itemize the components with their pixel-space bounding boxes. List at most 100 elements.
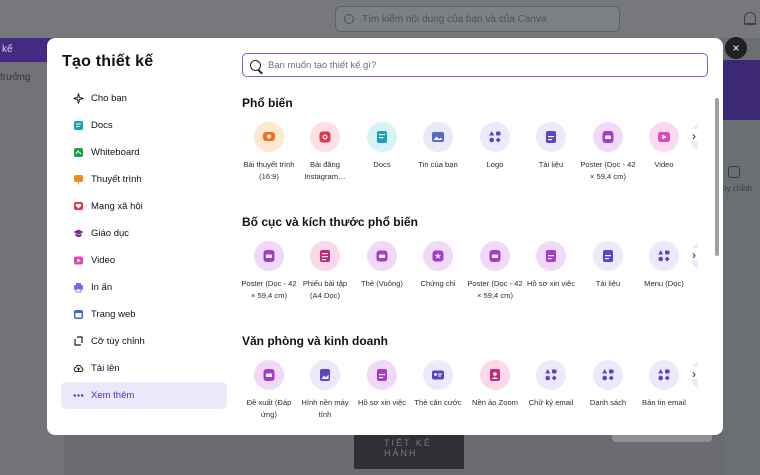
- design-tile-badge: [480, 241, 510, 271]
- design-tile-badge: [367, 360, 397, 390]
- design-tile-label: Chữ ký email: [528, 398, 574, 407]
- close-button[interactable]: ×: [725, 37, 747, 59]
- design-tile-label: Danh sách: [589, 398, 627, 407]
- design-tile[interactable]: Thẻ căn cước: [410, 360, 466, 409]
- menu-item-7[interactable]: In ấn: [61, 274, 227, 301]
- design-tile[interactable]: Hồ sơ xin việc: [354, 360, 410, 409]
- menu-item-6[interactable]: Video: [61, 247, 227, 274]
- design-tile[interactable]: Phiếu bài tập (A4 Dọc): [297, 241, 353, 302]
- poster-icon: [488, 249, 502, 263]
- poster-icon: [262, 249, 276, 263]
- design-row: Poster (Dọc - 42 × 59,4 cm) Phiếu bài tập…: [237, 241, 707, 341]
- design-tile-label: Đề xuất (Đáp ứng): [246, 398, 292, 419]
- design-tile-badge: [310, 122, 340, 152]
- scroll-right-arrow[interactable]: ›: [692, 367, 704, 381]
- design-tile[interactable]: Video: [636, 122, 692, 171]
- menu-item-11[interactable]: Xem thêm: [61, 382, 227, 409]
- scroll-right-arrow[interactable]: ›: [692, 248, 704, 262]
- modal-title: Tạo thiết kế: [62, 53, 154, 70]
- design-tile-label: Video: [654, 160, 674, 169]
- upload-cloud-icon: [73, 363, 84, 374]
- menu-item-8[interactable]: Trang web: [61, 301, 227, 328]
- certificate-icon: [431, 249, 445, 263]
- design-tile-label: Chứng chỉ: [420, 279, 456, 288]
- menu-item-label: Tải lên: [91, 363, 120, 374]
- design-tile[interactable]: Hồ sơ xin việc: [523, 241, 579, 290]
- design-tile-badge: [536, 241, 566, 271]
- design-tile-label: Bản tin email: [642, 398, 686, 407]
- design-tile[interactable]: Poster (Dọc - 42 × 59,4 cm): [580, 122, 636, 183]
- video-icon: [73, 255, 84, 266]
- menu-item-2[interactable]: Whiteboard: [61, 139, 227, 166]
- design-tile[interactable]: Nền ảo Zoom: [467, 360, 523, 409]
- design-tile-label: Poster (Dọc - 42 × 59,4 cm): [580, 160, 636, 181]
- design-tile-label: Tài liệu: [595, 279, 621, 288]
- menu-item-4[interactable]: Mạng xã hội: [61, 193, 227, 220]
- design-tile-badge: [254, 241, 284, 271]
- scroll-right-arrow[interactable]: ›: [692, 129, 704, 143]
- design-search-box[interactable]: [242, 53, 708, 77]
- scrollbar-thumb[interactable]: [715, 98, 719, 256]
- design-tile[interactable]: Menu (Dọc): [636, 241, 692, 290]
- design-tile-label: Thẻ căn cước: [414, 398, 462, 407]
- docs-icon: [375, 130, 389, 144]
- section-title: Phổ biến: [242, 96, 293, 110]
- search-icon: [344, 14, 354, 24]
- design-tile[interactable]: Bài đăng Instagram…: [297, 122, 353, 183]
- menu-item-9[interactable]: Cỡ tùy chỉnh: [61, 328, 227, 355]
- design-tile[interactable]: Tài liệu: [580, 241, 636, 290]
- design-tile-badge: [593, 360, 623, 390]
- design-tile[interactable]: Hình nền máy tính: [297, 360, 353, 421]
- design-tile-badge: [254, 360, 284, 390]
- design-tile[interactable]: Tin của bạn: [410, 122, 466, 171]
- design-tile[interactable]: Poster (Dọc - 42 × 59,4 cm): [241, 241, 297, 302]
- design-tile-label: Hình nền máy tính: [301, 398, 349, 419]
- id-card-icon: [431, 368, 445, 382]
- design-tile[interactable]: Bản tin email: [636, 360, 692, 409]
- design-tile[interactable]: Đề xuất (Đáp ứng): [241, 360, 297, 421]
- design-search-input[interactable]: [268, 59, 688, 71]
- design-tile[interactable]: Tài liệu: [523, 122, 579, 171]
- menu-item-label: Trang web: [91, 309, 136, 320]
- more-dots-icon: [73, 390, 84, 401]
- design-tile-label: Logo: [486, 160, 504, 169]
- menu-item-label: Giáo dục: [91, 228, 130, 239]
- menu-item-10[interactable]: Tải lên: [61, 355, 227, 382]
- design-tile-badge: [423, 360, 453, 390]
- menu-item-1[interactable]: Docs: [61, 112, 227, 139]
- docs-icon: [73, 120, 84, 131]
- design-tile-badge: [649, 360, 679, 390]
- design-tile[interactable]: Logo: [467, 122, 523, 171]
- design-tile[interactable]: Docs: [354, 122, 410, 171]
- design-tile-label: Nền ảo Zoom: [471, 398, 518, 407]
- design-tile-label: Poster (Dọc - 42 × 59,4 cm): [467, 279, 523, 300]
- design-tile[interactable]: Thẻ (Vuông): [354, 241, 410, 290]
- design-tile[interactable]: Bài thuyết trình (16:9): [241, 122, 297, 183]
- website-icon: [73, 309, 84, 320]
- background-custom-size: tùy chỉnh: [720, 150, 760, 210]
- search-icon: [250, 59, 261, 71]
- design-tile-badge: [593, 122, 623, 152]
- zoom-background-icon: [488, 368, 502, 382]
- modal-sidebar: Tạo thiết kế Cho bạn Docs Whiteboard Thuyết…: [47, 38, 237, 435]
- design-tile[interactable]: Chữ ký email: [523, 360, 579, 409]
- design-tile-label: Poster (Dọc - 42 × 59,4 cm): [241, 279, 297, 300]
- design-tile-label: Hồ sơ xin việc: [526, 279, 576, 288]
- menu-item-5[interactable]: Giáo dục: [61, 220, 227, 247]
- design-tile[interactable]: Poster (Dọc - 42 × 59,4 cm): [467, 241, 523, 302]
- menu-item-label: Video: [91, 255, 116, 266]
- design-tile[interactable]: Chứng chỉ: [410, 241, 466, 290]
- graduation-cap-icon: [73, 228, 84, 239]
- design-tile-label: Hồ sơ xin việc: [357, 398, 407, 407]
- whiteboard-icon: [73, 147, 84, 158]
- design-tile[interactable]: Danh sách: [580, 360, 636, 409]
- heart-icon: [73, 201, 84, 212]
- newsletter-icon: [657, 368, 671, 382]
- video-icon: [657, 130, 671, 144]
- background-search-bar: Tìm kiếm nội dung của bạn và của Canva: [335, 6, 620, 32]
- worksheet-icon: [318, 249, 332, 263]
- menu-item-3[interactable]: Thuyết trình: [61, 166, 227, 193]
- menu-item-0[interactable]: Cho bạn: [61, 85, 227, 112]
- design-row: Bài thuyết trình (16:9) Bài đăng Instagra…: [237, 122, 707, 222]
- modal-main: Phổ biến Bài thuyết trình (16:9) Bài đăng …: [237, 38, 723, 435]
